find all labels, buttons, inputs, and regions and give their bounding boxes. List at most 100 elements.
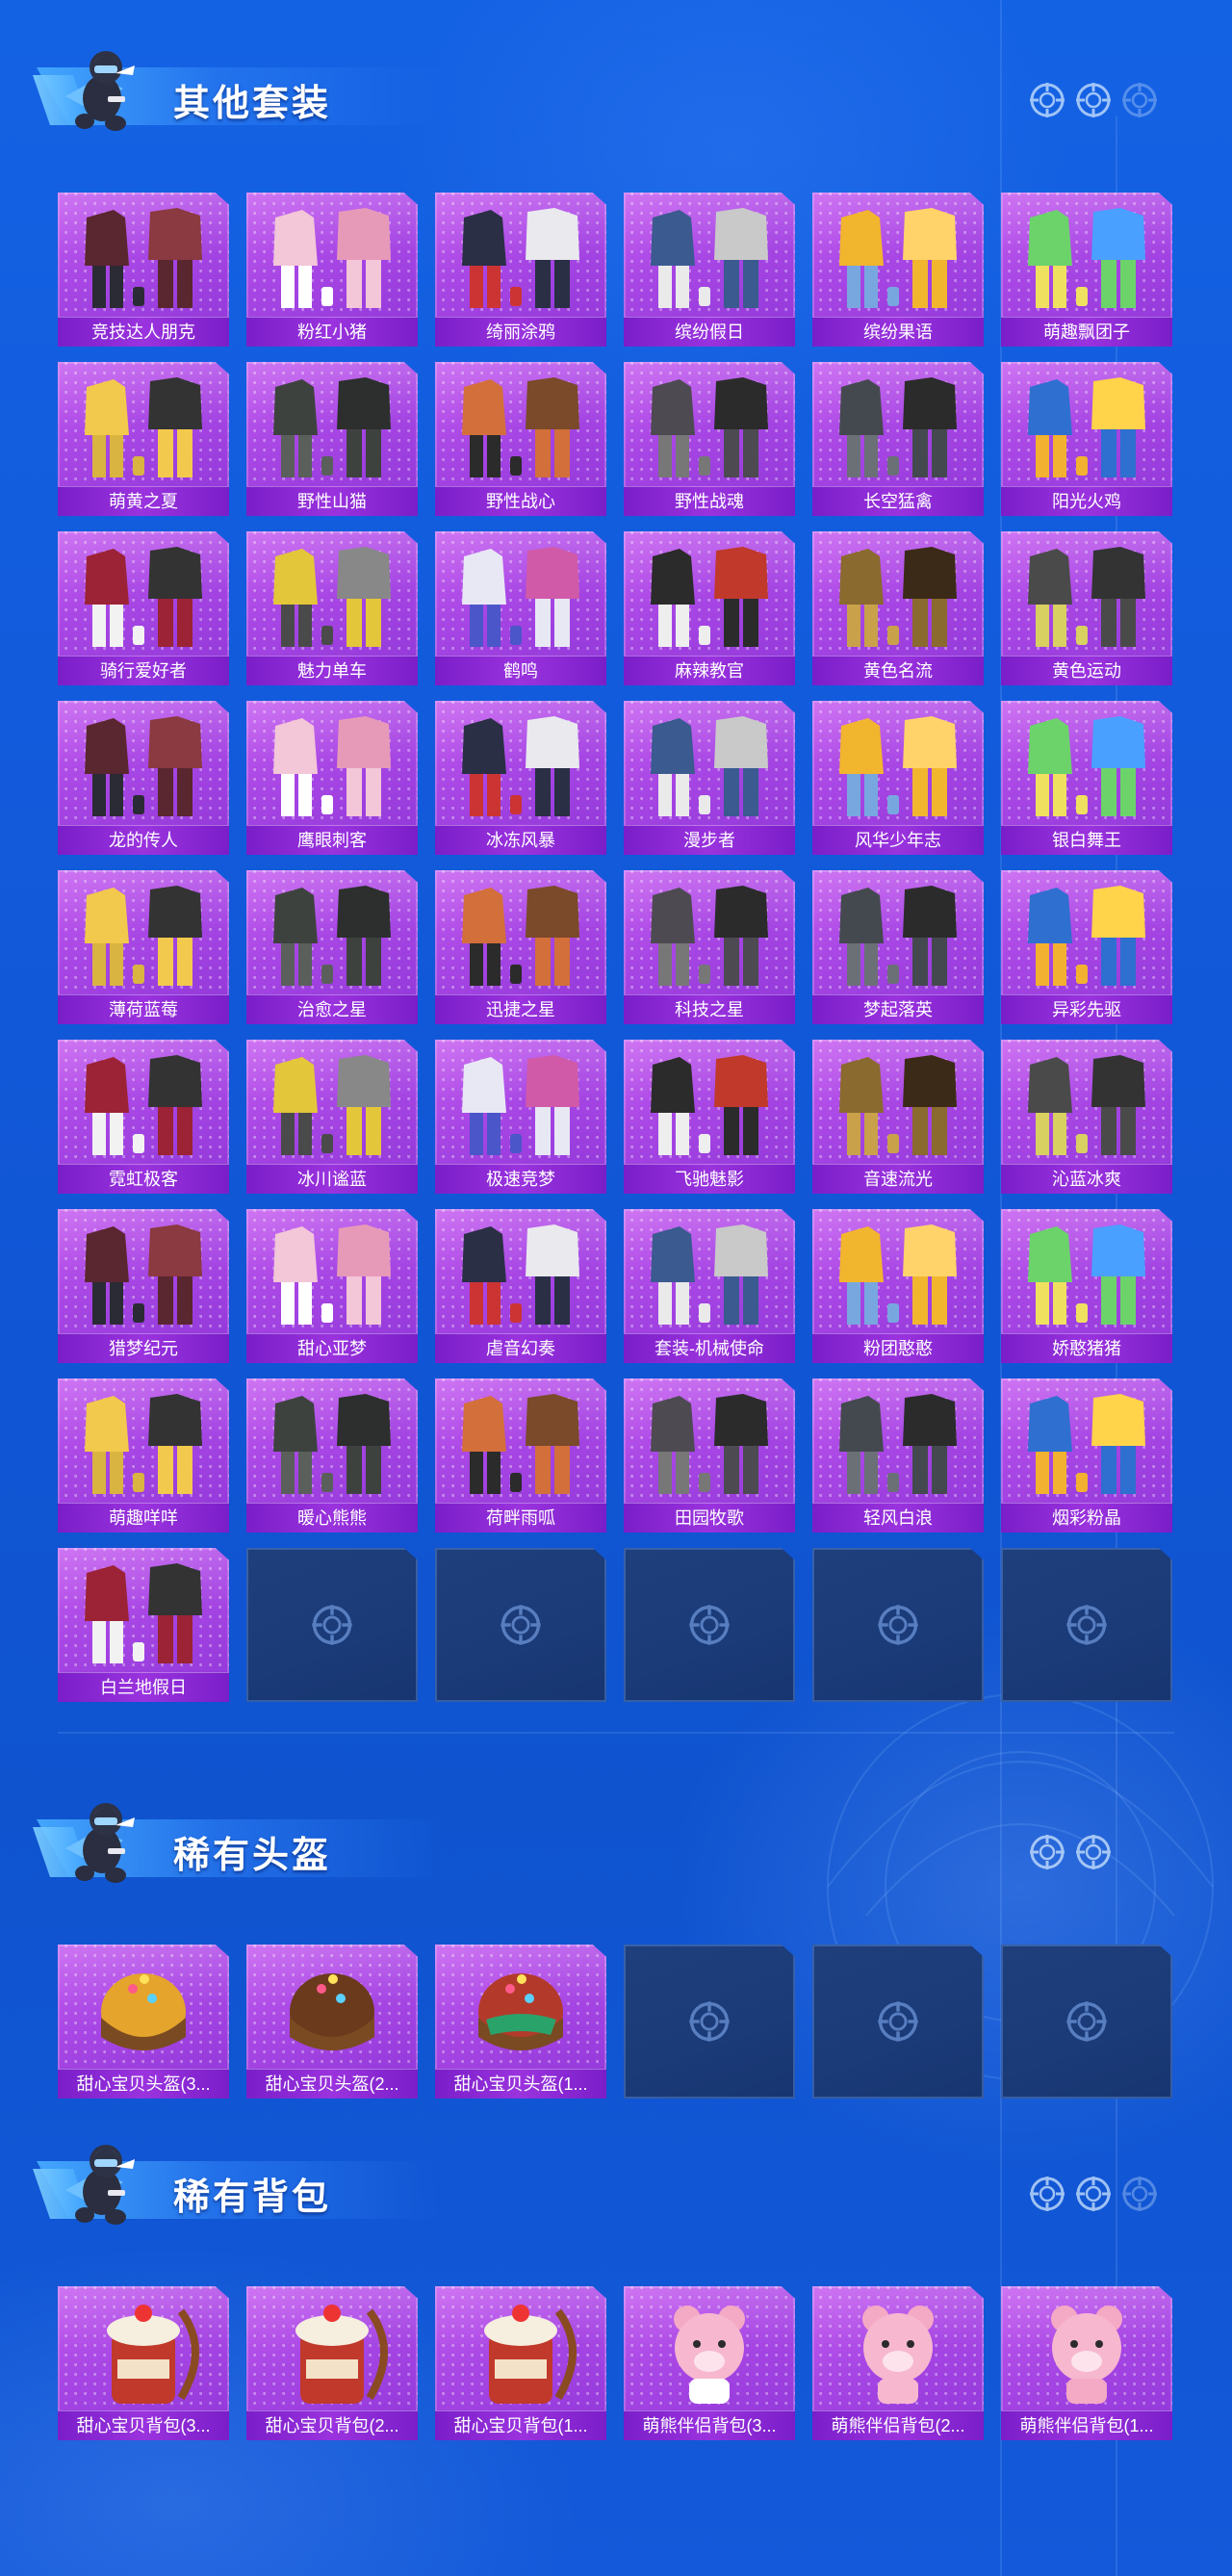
bag-image (65, 2292, 221, 2409)
item-card[interactable]: 绮丽涂鸦 (435, 193, 606, 347)
item-card[interactable]: 异彩先驱 (1001, 870, 1172, 1024)
item-label: 甜心宝贝背包(3... (58, 2410, 229, 2440)
item-card[interactable]: 龙的传人 (58, 701, 229, 855)
item-card[interactable]: 甜心宝贝头盔(2... (246, 1945, 418, 2099)
item-card[interactable]: 娇憨猪猪 (1001, 1209, 1172, 1363)
item-card[interactable]: 田园牧歌 (624, 1378, 795, 1533)
item-card[interactable]: 甜心宝贝背包(3... (58, 2286, 229, 2440)
outfit-image (631, 1384, 787, 1502)
item-label: 烟彩粉晶 (1001, 1503, 1172, 1533)
item-card[interactable]: 野性山猫 (246, 362, 418, 516)
empty-slot (624, 1945, 795, 2099)
item-label: 甜心亚梦 (246, 1333, 418, 1363)
outfit-image (65, 198, 221, 316)
bag-image (820, 2292, 976, 2409)
crosshair-icon (499, 1603, 543, 1647)
item-card[interactable]: 治愈之星 (246, 870, 418, 1024)
item-card[interactable]: 白兰地假日 (58, 1548, 229, 1702)
bag-image (254, 2292, 410, 2409)
item-card[interactable]: 漫步者 (624, 701, 795, 855)
outfit-image (631, 198, 787, 316)
item-card[interactable]: 粉团憨憨 (812, 1209, 984, 1363)
item-card[interactable]: 虐音幻奏 (435, 1209, 606, 1363)
outfit-image (631, 368, 787, 485)
item-card[interactable]: 极速竞梦 (435, 1040, 606, 1194)
section-header: 其他套装 (27, 39, 1220, 144)
outfit-image (820, 1045, 976, 1163)
item-card[interactable]: 黄色名流 (812, 531, 984, 685)
item-card[interactable]: 薄荷蓝莓 (58, 870, 229, 1024)
item-card[interactable]: 甜心宝贝头盔(3... (58, 1945, 229, 2099)
item-card[interactable]: 竞技达人朋克 (58, 193, 229, 347)
item-label: 薄荷蓝莓 (58, 994, 229, 1024)
item-label: 迅捷之星 (435, 994, 606, 1024)
item-card[interactable]: 野性战魂 (624, 362, 795, 516)
outfit-image (443, 368, 599, 485)
item-card[interactable]: 长空猛禽 (812, 362, 984, 516)
item-label: 风华少年志 (812, 825, 984, 855)
crosshair-icon (1074, 81, 1113, 119)
item-card[interactable]: 甜心亚梦 (246, 1209, 418, 1363)
item-card[interactable]: 烟彩粉晶 (1001, 1378, 1172, 1533)
item-card[interactable]: 黄色运动 (1001, 531, 1172, 685)
crosshair-icon (1028, 81, 1066, 119)
item-label: 粉红小猪 (246, 317, 418, 347)
section-title: 稀有背包 (173, 2177, 332, 2218)
item-label: 荷畔雨呱 (435, 1503, 606, 1533)
item-card[interactable]: 甜心宝贝背包(1... (435, 2286, 606, 2440)
item-card[interactable]: 银白舞王 (1001, 701, 1172, 855)
item-card[interactable]: 野性战心 (435, 362, 606, 516)
item-label: 阳光火鸡 (1001, 486, 1172, 516)
item-card[interactable]: 飞驰魅影 (624, 1040, 795, 1194)
item-card[interactable]: 鹤鸣 (435, 531, 606, 685)
item-card[interactable]: 冰冻风暴 (435, 701, 606, 855)
outfit-image (820, 368, 976, 485)
outfit-image (820, 537, 976, 655)
item-label: 鹰眼刺客 (246, 825, 418, 855)
item-card[interactable]: 鹰眼刺客 (246, 701, 418, 855)
item-card[interactable]: 音速流光 (812, 1040, 984, 1194)
item-card[interactable]: 阳光火鸡 (1001, 362, 1172, 516)
item-card[interactable]: 沁蓝冰爽 (1001, 1040, 1172, 1194)
item-card[interactable]: 梦起落英 (812, 870, 984, 1024)
item-label: 龙的传人 (58, 825, 229, 855)
item-card[interactable]: 轻风白浪 (812, 1378, 984, 1533)
item-card[interactable]: 骑行爱好者 (58, 531, 229, 685)
item-card[interactable]: 缤纷假日 (624, 193, 795, 347)
item-label: 白兰地假日 (58, 1672, 229, 1702)
bag-image (443, 2292, 599, 2409)
outfit-image (254, 537, 410, 655)
item-card[interactable]: 猎梦纪元 (58, 1209, 229, 1363)
item-card[interactable]: 萌趣咩咩 (58, 1378, 229, 1533)
outfit-image (443, 537, 599, 655)
item-label: 漫步者 (624, 825, 795, 855)
item-card[interactable]: 迅捷之星 (435, 870, 606, 1024)
item-card[interactable]: 粉红小猪 (246, 193, 418, 347)
item-card[interactable]: 萌熊伴侣背包(3... (624, 2286, 795, 2440)
item-card[interactable]: 麻辣教官 (624, 531, 795, 685)
item-card[interactable]: 魅力单车 (246, 531, 418, 685)
item-card[interactable]: 缤纷果语 (812, 193, 984, 347)
outfit-image (65, 1215, 221, 1332)
crosshair-icon (1120, 81, 1159, 119)
empty-slot (624, 1548, 795, 1702)
outfit-image (443, 1045, 599, 1163)
item-label: 野性山猫 (246, 486, 418, 516)
item-card[interactable]: 萌熊伴侣背包(2... (812, 2286, 984, 2440)
item-card[interactable]: 风华少年志 (812, 701, 984, 855)
item-card[interactable]: 暖心熊熊 (246, 1378, 418, 1533)
item-card[interactable]: 荷畔雨呱 (435, 1378, 606, 1533)
outfit-image (631, 537, 787, 655)
item-card[interactable]: 霓虹极客 (58, 1040, 229, 1194)
item-card[interactable]: 甜心宝贝头盔(1... (435, 1945, 606, 2099)
item-card[interactable]: 萌熊伴侣背包(1... (1001, 2286, 1172, 2440)
item-card[interactable]: 冰川谧蓝 (246, 1040, 418, 1194)
item-card[interactable]: 科技之星 (624, 870, 795, 1024)
item-card[interactable]: 萌趣飘团子 (1001, 193, 1172, 347)
item-card[interactable]: 萌黄之夏 (58, 362, 229, 516)
section-header: 稀有头盔 (27, 1790, 1220, 1896)
item-card[interactable]: 套装-机械使命 (624, 1209, 795, 1363)
item-label: 音速流光 (812, 1164, 984, 1194)
item-card[interactable]: 甜心宝贝背包(2... (246, 2286, 418, 2440)
item-label: 粉团憨憨 (812, 1333, 984, 1363)
